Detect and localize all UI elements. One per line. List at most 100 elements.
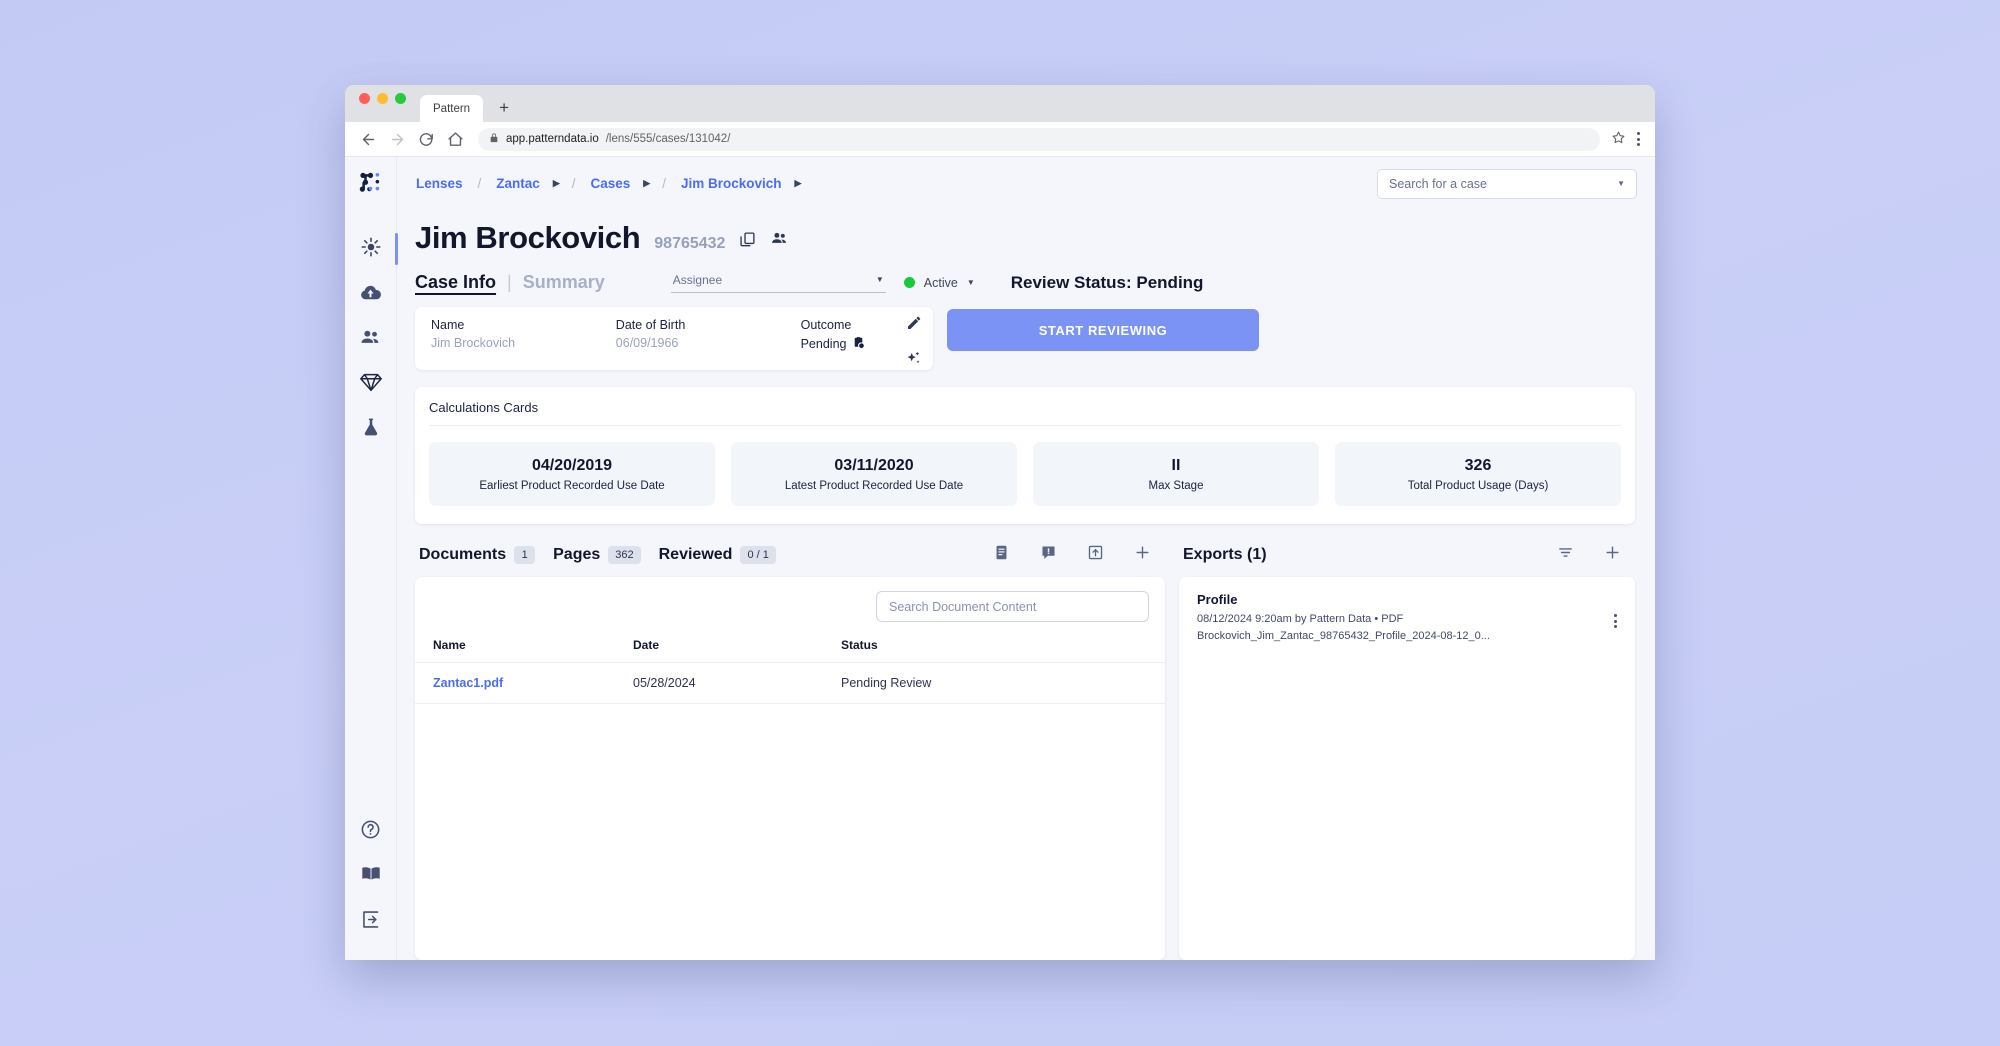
case-info-row: Name Jim Brockovich Date of Birth 06/09/…: [413, 301, 1637, 370]
browser-tab[interactable]: Pattern: [420, 95, 484, 122]
start-reviewing-button[interactable]: START REVIEWING: [947, 309, 1259, 351]
sidebar-item-lenses[interactable]: [349, 362, 393, 407]
sidebar-item-help[interactable]: [349, 809, 393, 854]
field-label: Date of Birth: [615, 318, 686, 332]
exports-actions: [1557, 544, 1631, 566]
breadcrumb: Lenses / Zantac ▶ / Cases ▶ / Jim Brocko…: [413, 176, 801, 191]
reviewed-label: Reviewed: [658, 546, 733, 563]
chevron-right-icon[interactable]: ▶: [543, 178, 560, 189]
calculation-label: Max Stage: [1148, 479, 1204, 492]
status-badge: Active: [923, 275, 958, 290]
breadcrumb-item-cases[interactable]: Cases: [588, 176, 634, 191]
top-bar: Lenses / Zantac ▶ / Cases ▶ / Jim Brocko…: [413, 157, 1637, 210]
breadcrumb-item-zantac[interactable]: Zantac: [493, 176, 543, 191]
lock-icon: [489, 132, 499, 147]
window-controls: [359, 85, 406, 122]
tab-case-info[interactable]: Case Info: [415, 272, 496, 293]
reload-icon[interactable]: [418, 131, 435, 148]
table-row[interactable]: Zantac1.pdf 05/28/2024 Pending Review: [415, 662, 1165, 704]
document-search-placeholder: Search Document Content: [889, 599, 1037, 614]
breadcrumb-item-lenses[interactable]: Lenses: [413, 176, 466, 191]
documents-table: Name Date Status Zantac1.pdf 05/28/2024 …: [415, 632, 1165, 704]
field-name: Name Jim Brockovich: [421, 318, 606, 350]
exports-header: Exports (1): [1179, 544, 1635, 577]
field-label: Name: [431, 318, 465, 332]
field-value-row: Pending: [801, 336, 923, 352]
pages-label: Pages: [553, 546, 601, 563]
tab-divider: |: [507, 272, 512, 292]
document-search-input[interactable]: Search Document Content: [876, 591, 1149, 622]
cell-date: 05/28/2024: [623, 662, 831, 704]
document-list-icon[interactable]: [993, 544, 1010, 566]
calculation-label: Earliest Product Recorded Use Date: [479, 479, 665, 492]
calculation-value: 04/20/2019: [531, 456, 613, 474]
clipboard-clock-icon[interactable]: [852, 336, 865, 352]
case-search-select[interactable]: Search for a case ▼: [1377, 168, 1637, 199]
bookmark-star-icon[interactable]: [1612, 131, 1625, 147]
add-document-button[interactable]: [1134, 544, 1151, 566]
sidebar-bottom: [349, 809, 393, 960]
new-tab-button[interactable]: +: [494, 97, 514, 117]
maximize-window-button[interactable]: [395, 92, 406, 104]
table-header-row: Name Date Status: [415, 632, 1165, 663]
export-menu-icon[interactable]: [1614, 592, 1617, 642]
calculation-card: 04/20/2019 Earliest Product Recorded Use…: [429, 442, 715, 506]
case-id: 98765432: [654, 235, 726, 252]
question-circle-icon: [360, 819, 381, 845]
field-value: Pending: [800, 337, 847, 351]
sidebar-item-uploads[interactable]: [349, 272, 393, 317]
breadcrumb-item-case[interactable]: Jim Brockovich: [678, 176, 785, 191]
assignee-select[interactable]: Assignee ▼: [670, 273, 886, 293]
sidebar-item-docs[interactable]: [349, 854, 393, 899]
documents-count: 1: [514, 546, 536, 564]
back-icon[interactable]: [360, 131, 377, 148]
tab-summary[interactable]: Summary: [523, 272, 605, 293]
brand-logo-icon[interactable]: [358, 171, 383, 201]
column-name[interactable]: Name: [415, 632, 623, 663]
documents-header: Documents 1 Pages 362 Reviewed 0 / 1: [415, 544, 1165, 577]
copy-icon[interactable]: [739, 231, 756, 248]
exports-panel: Profile 08/12/2024 9:20am by Pattern Dat…: [1179, 577, 1635, 960]
sidebar-item-lab[interactable]: [349, 407, 393, 452]
documents-panel: Search Document Content Name Date Status: [415, 577, 1165, 960]
chevron-down-icon: ▼: [966, 278, 975, 287]
book-icon: [360, 863, 382, 890]
home-icon[interactable]: [447, 131, 464, 148]
document-link[interactable]: Zantac1.pdf: [433, 676, 503, 690]
app-sidebar: [345, 157, 398, 960]
alert-comment-icon[interactable]: [1040, 544, 1057, 566]
column-status[interactable]: Status: [831, 632, 1165, 663]
minimize-window-button[interactable]: [377, 92, 388, 104]
filter-icon[interactable]: [1557, 544, 1574, 566]
sidebar-item-insights[interactable]: [349, 227, 398, 272]
page-title: Jim Brockovich: [415, 220, 641, 255]
case-title-row: Jim Brockovich 98765432: [413, 210, 1637, 260]
browser-menu-icon[interactable]: [1637, 132, 1640, 146]
chevron-right-icon[interactable]: ▶: [785, 178, 802, 189]
documents-label: Documents: [419, 546, 507, 563]
list-item[interactable]: Profile 08/12/2024 9:20am by Pattern Dat…: [1179, 577, 1635, 642]
document-search-row: Search Document Content: [415, 577, 1165, 632]
sparkle-burst-icon: [360, 237, 381, 262]
calculation-card: II Max Stage: [1033, 442, 1319, 506]
field-value: 06/09/1966: [615, 336, 679, 350]
forward-icon[interactable]: [389, 131, 406, 148]
browser-window: Pattern + app.patterndata.io/lens/555/ca…: [345, 85, 1655, 960]
field-label: Outcome: [800, 318, 852, 332]
exports-title: Exports (1): [1183, 546, 1267, 563]
case-status-select[interactable]: Active ▼: [903, 275, 975, 290]
url-domain: app.patterndata.io: [506, 133, 599, 145]
sidebar-item-logout[interactable]: [349, 899, 393, 944]
sparkle-magic-icon[interactable]: [906, 350, 922, 371]
edit-pencil-icon[interactable]: [906, 315, 922, 336]
sidebar-item-people[interactable]: [349, 317, 393, 362]
url-input[interactable]: app.patterndata.io/lens/555/cases/131042…: [478, 127, 1600, 151]
close-window-button[interactable]: [359, 92, 370, 104]
column-date[interactable]: Date: [623, 632, 831, 663]
app-body: Lenses / Zantac ▶ / Cases ▶ / Jim Brocko…: [345, 157, 1655, 960]
people-icon[interactable]: [770, 229, 789, 248]
add-export-button[interactable]: [1604, 544, 1621, 566]
upload-box-icon[interactable]: [1087, 544, 1104, 566]
cell-status: Pending Review: [831, 662, 1165, 704]
chevron-right-icon[interactable]: ▶: [633, 178, 650, 189]
